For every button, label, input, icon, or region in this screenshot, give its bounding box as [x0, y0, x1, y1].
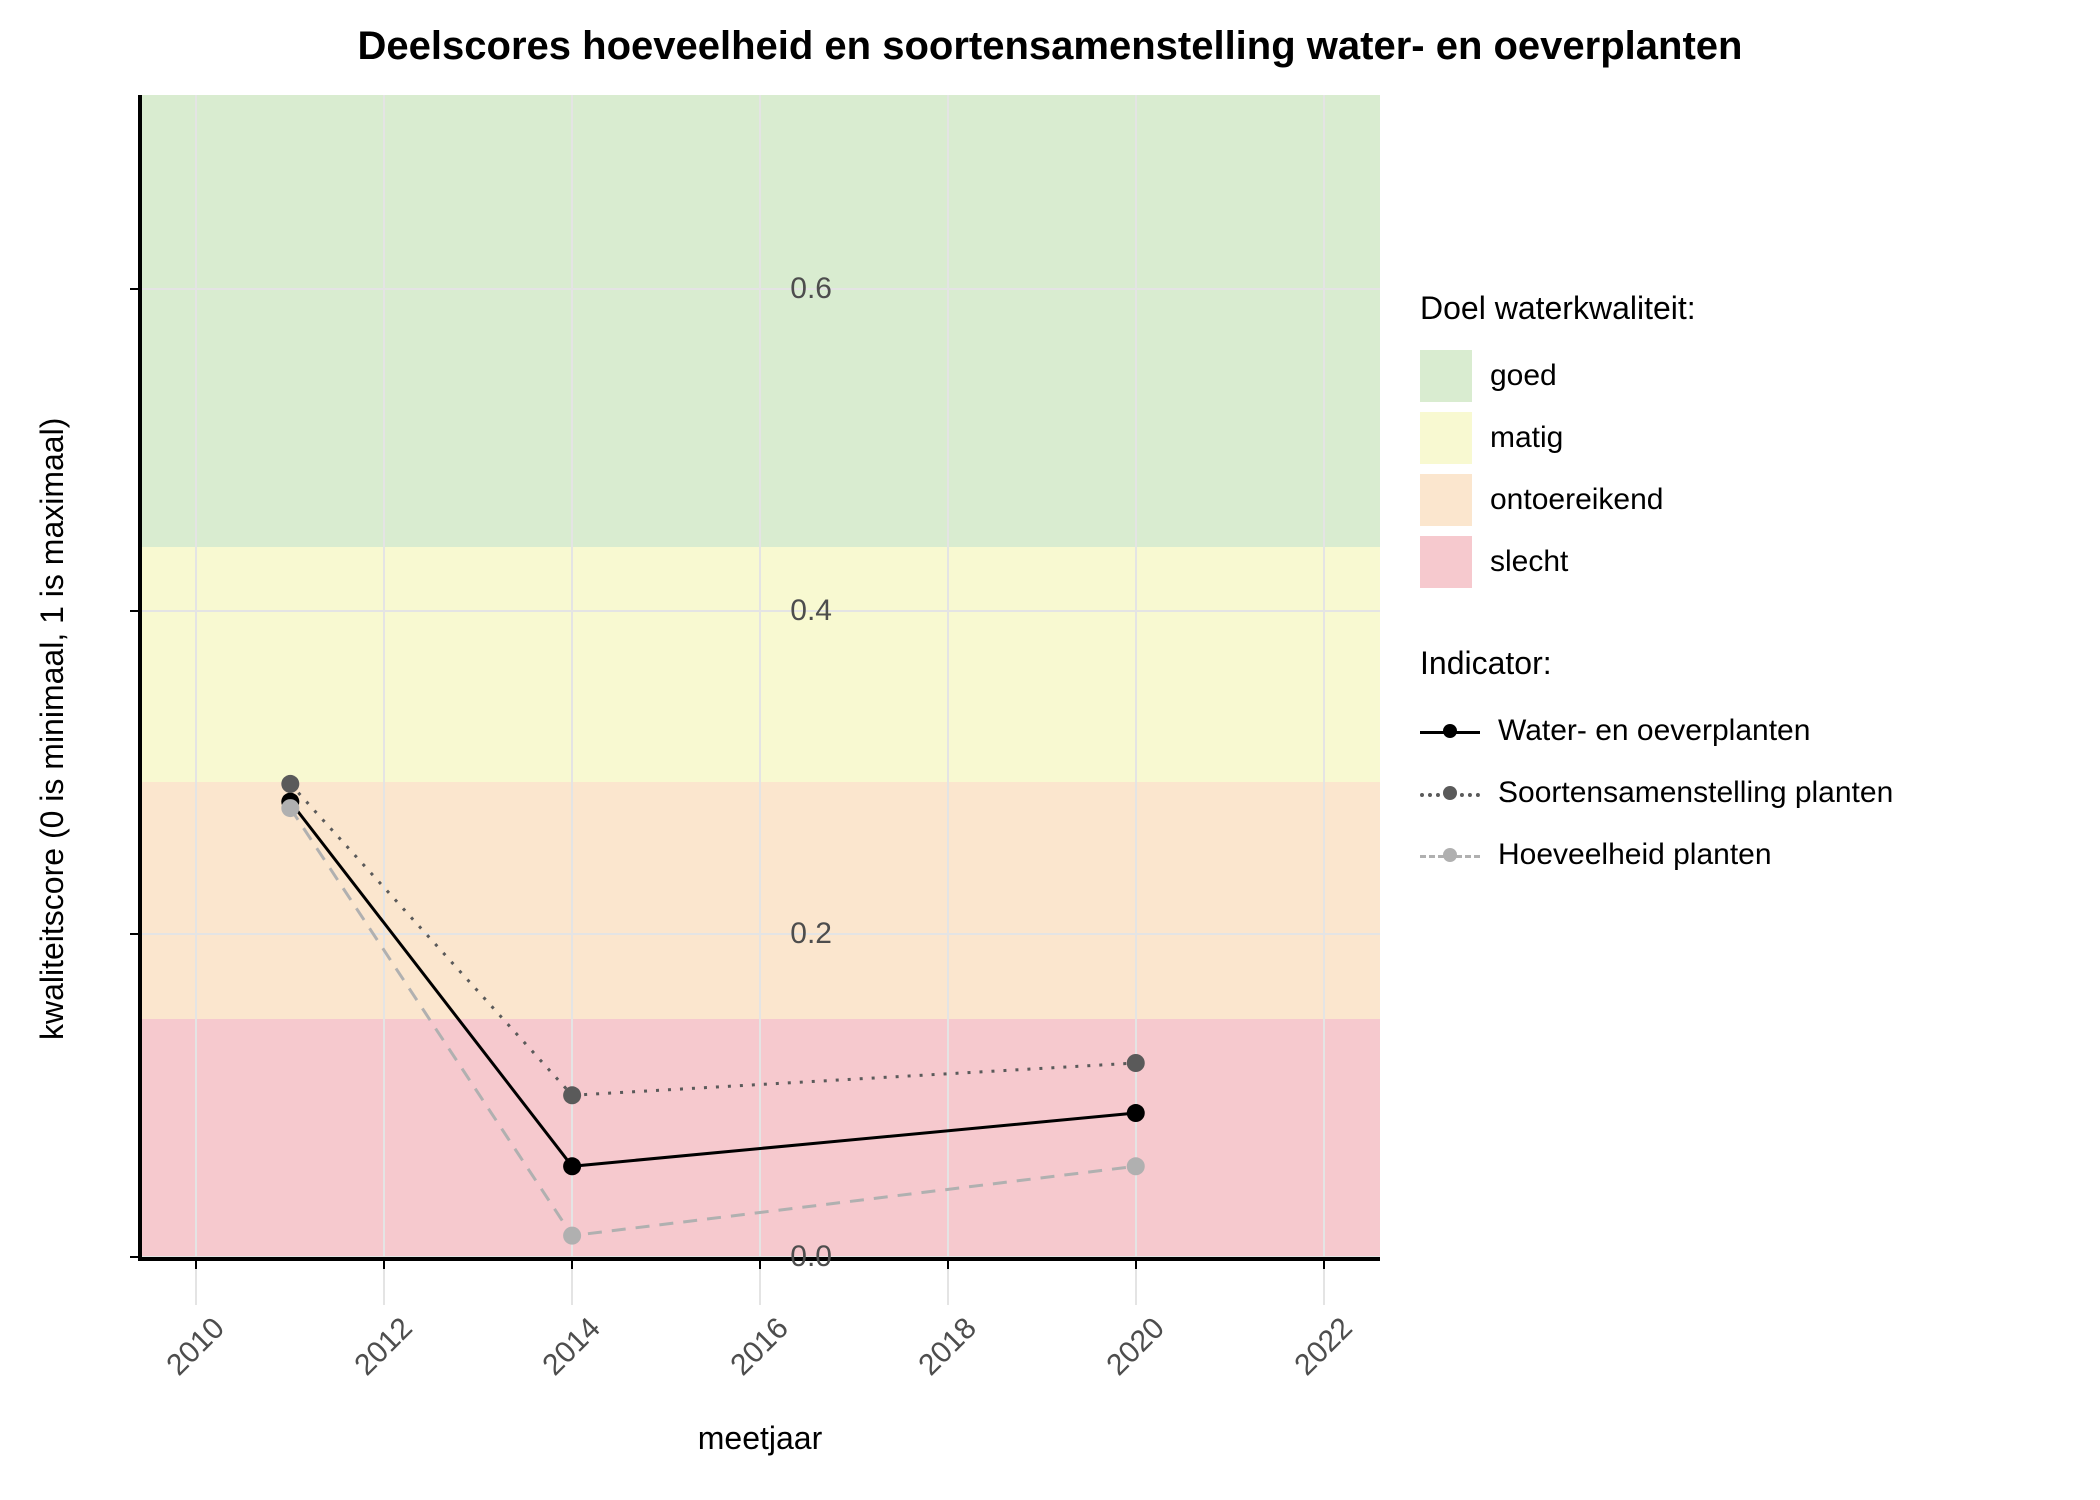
- x-tick-label: 2022: [1288, 1311, 1359, 1382]
- legend-label: Hoeveelheid planten: [1498, 838, 1772, 872]
- x-tick-label: 2018: [912, 1311, 983, 1382]
- legend-label: Water- en oeverplanten: [1498, 714, 1810, 748]
- series-point: [563, 1086, 581, 1104]
- legend-key-s2: [1420, 775, 1480, 811]
- chart-title: Deelscores hoeveelheid en soortensamenst…: [358, 24, 1743, 69]
- legend-label: goed: [1490, 359, 1557, 393]
- legend-item-goed: goed: [1420, 345, 1893, 407]
- legend-doel-title: Doel waterkwaliteit:: [1420, 290, 1893, 327]
- x-tick: [947, 1261, 949, 1269]
- x-axis-label: meetjaar: [140, 1420, 1380, 1457]
- swatch-matig: [1420, 412, 1472, 464]
- x-tick: [195, 1261, 197, 1269]
- x-tick: [1135, 1261, 1137, 1269]
- legend-label: slecht: [1490, 545, 1568, 579]
- legend-item-matig: matig: [1420, 407, 1893, 469]
- series-point: [1127, 1054, 1145, 1072]
- y-tick: [130, 933, 138, 935]
- legend-section-doel: Doel waterkwaliteit: goed matig ontoerei…: [1420, 290, 1893, 593]
- x-tick: [571, 1261, 573, 1269]
- y-axis-label: kwaliteitscore (0 is minimaal, 1 is maxi…: [34, 418, 71, 1040]
- swatch-ontoereikend: [1420, 474, 1472, 526]
- legend-section-indicator: Indicator: Water- en oeverplanten Soorte…: [1420, 645, 1893, 886]
- swatch-slecht: [1420, 536, 1472, 588]
- series-line: [290, 784, 1135, 1095]
- legend-item-s3: Hoeveelheid planten: [1420, 824, 1893, 886]
- series-line: [290, 808, 1135, 1236]
- x-tick: [759, 1261, 761, 1269]
- y-tick-label: 0.4: [752, 594, 832, 628]
- legend-item-ontoereikend: ontoereikend: [1420, 469, 1893, 531]
- y-tick-label: 0.6: [752, 272, 832, 306]
- legend-item-s2: Soortensamenstelling planten: [1420, 762, 1893, 824]
- series-point: [281, 775, 299, 793]
- x-tick-label: 2020: [1100, 1311, 1171, 1382]
- y-tick-label: 0.2: [752, 917, 832, 951]
- series-line: [290, 802, 1135, 1167]
- legend-item-s1: Water- en oeverplanten: [1420, 700, 1893, 762]
- legend-item-slecht: slecht: [1420, 531, 1893, 593]
- legend-key-s1: [1420, 713, 1480, 749]
- y-tick: [130, 610, 138, 612]
- series-point: [281, 799, 299, 817]
- x-tick: [1323, 1261, 1325, 1269]
- x-tick-label: 2010: [161, 1311, 232, 1382]
- y-tick-label: 0.0: [752, 1240, 832, 1274]
- x-tick-label: 2016: [724, 1311, 795, 1382]
- series-point: [563, 1157, 581, 1175]
- y-axis-line: [138, 95, 142, 1259]
- series-point: [1127, 1104, 1145, 1122]
- x-tick-label: 2014: [537, 1311, 608, 1382]
- series-point: [563, 1227, 581, 1245]
- x-tick: [383, 1261, 385, 1269]
- legend-ind-title: Indicator:: [1420, 645, 1893, 682]
- legend-label: Soortensamenstelling planten: [1498, 776, 1893, 810]
- swatch-goed: [1420, 350, 1472, 402]
- legend-key-s3: [1420, 837, 1480, 873]
- legend-label: matig: [1490, 421, 1563, 455]
- y-tick: [130, 288, 138, 290]
- legend-label: ontoereikend: [1490, 483, 1663, 517]
- y-tick: [130, 1256, 138, 1258]
- legend: Doel waterkwaliteit: goed matig ontoerei…: [1420, 290, 1893, 938]
- series-point: [1127, 1157, 1145, 1175]
- x-tick-label: 2012: [349, 1311, 420, 1382]
